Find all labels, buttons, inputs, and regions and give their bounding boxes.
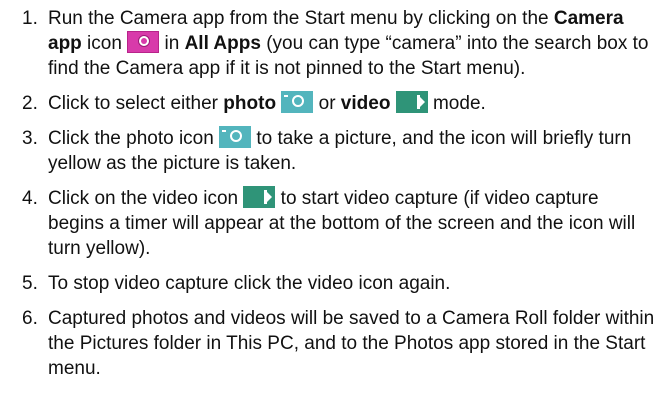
step-number: 3. [22,128,38,149]
video-mode-icon [395,91,428,113]
step-number: 1. [22,8,38,29]
step-text: mode. [427,93,486,114]
camera-app-icon [127,31,160,53]
step-text: or [313,93,341,114]
instruction-document: 1. Run the Camera app from the Start men… [0,0,667,407]
step-text: Click on the video icon [48,188,244,209]
step-text: icon [81,33,128,54]
step-number: 4. [22,188,38,209]
photo-mode-icon [281,91,314,113]
step-2: 2. Click to select either photo or video… [0,91,667,116]
video-label: video [340,93,391,114]
step-text: Click the photo icon [48,128,220,149]
step-number: 6. [22,308,38,329]
step-6: 6. Captured photos and videos will be sa… [0,306,667,381]
step-5: 5. To stop video capture click the video… [0,271,667,296]
step-3: 3. Click the photo icon to take a pictur… [0,126,667,176]
video-mode-icon [243,186,276,208]
step-text: Click to select either [48,93,224,114]
step-text: in [159,33,185,54]
photo-mode-icon [219,126,252,148]
step-4: 4. Click on the video icon to start vide… [0,186,667,261]
step-number: 2. [22,93,38,114]
all-apps-label: All Apps [184,33,261,54]
step-text: To stop video capture click the video ic… [48,273,451,294]
step-1: 1. Run the Camera app from the Start men… [0,6,667,81]
step-text: Captured photos and videos will be saved… [48,308,655,379]
photo-label: photo [223,93,277,114]
step-text: Run the Camera app from the Start menu b… [48,8,554,29]
step-number: 5. [22,273,38,294]
steps-list: 1. Run the Camera app from the Start men… [0,6,667,391]
